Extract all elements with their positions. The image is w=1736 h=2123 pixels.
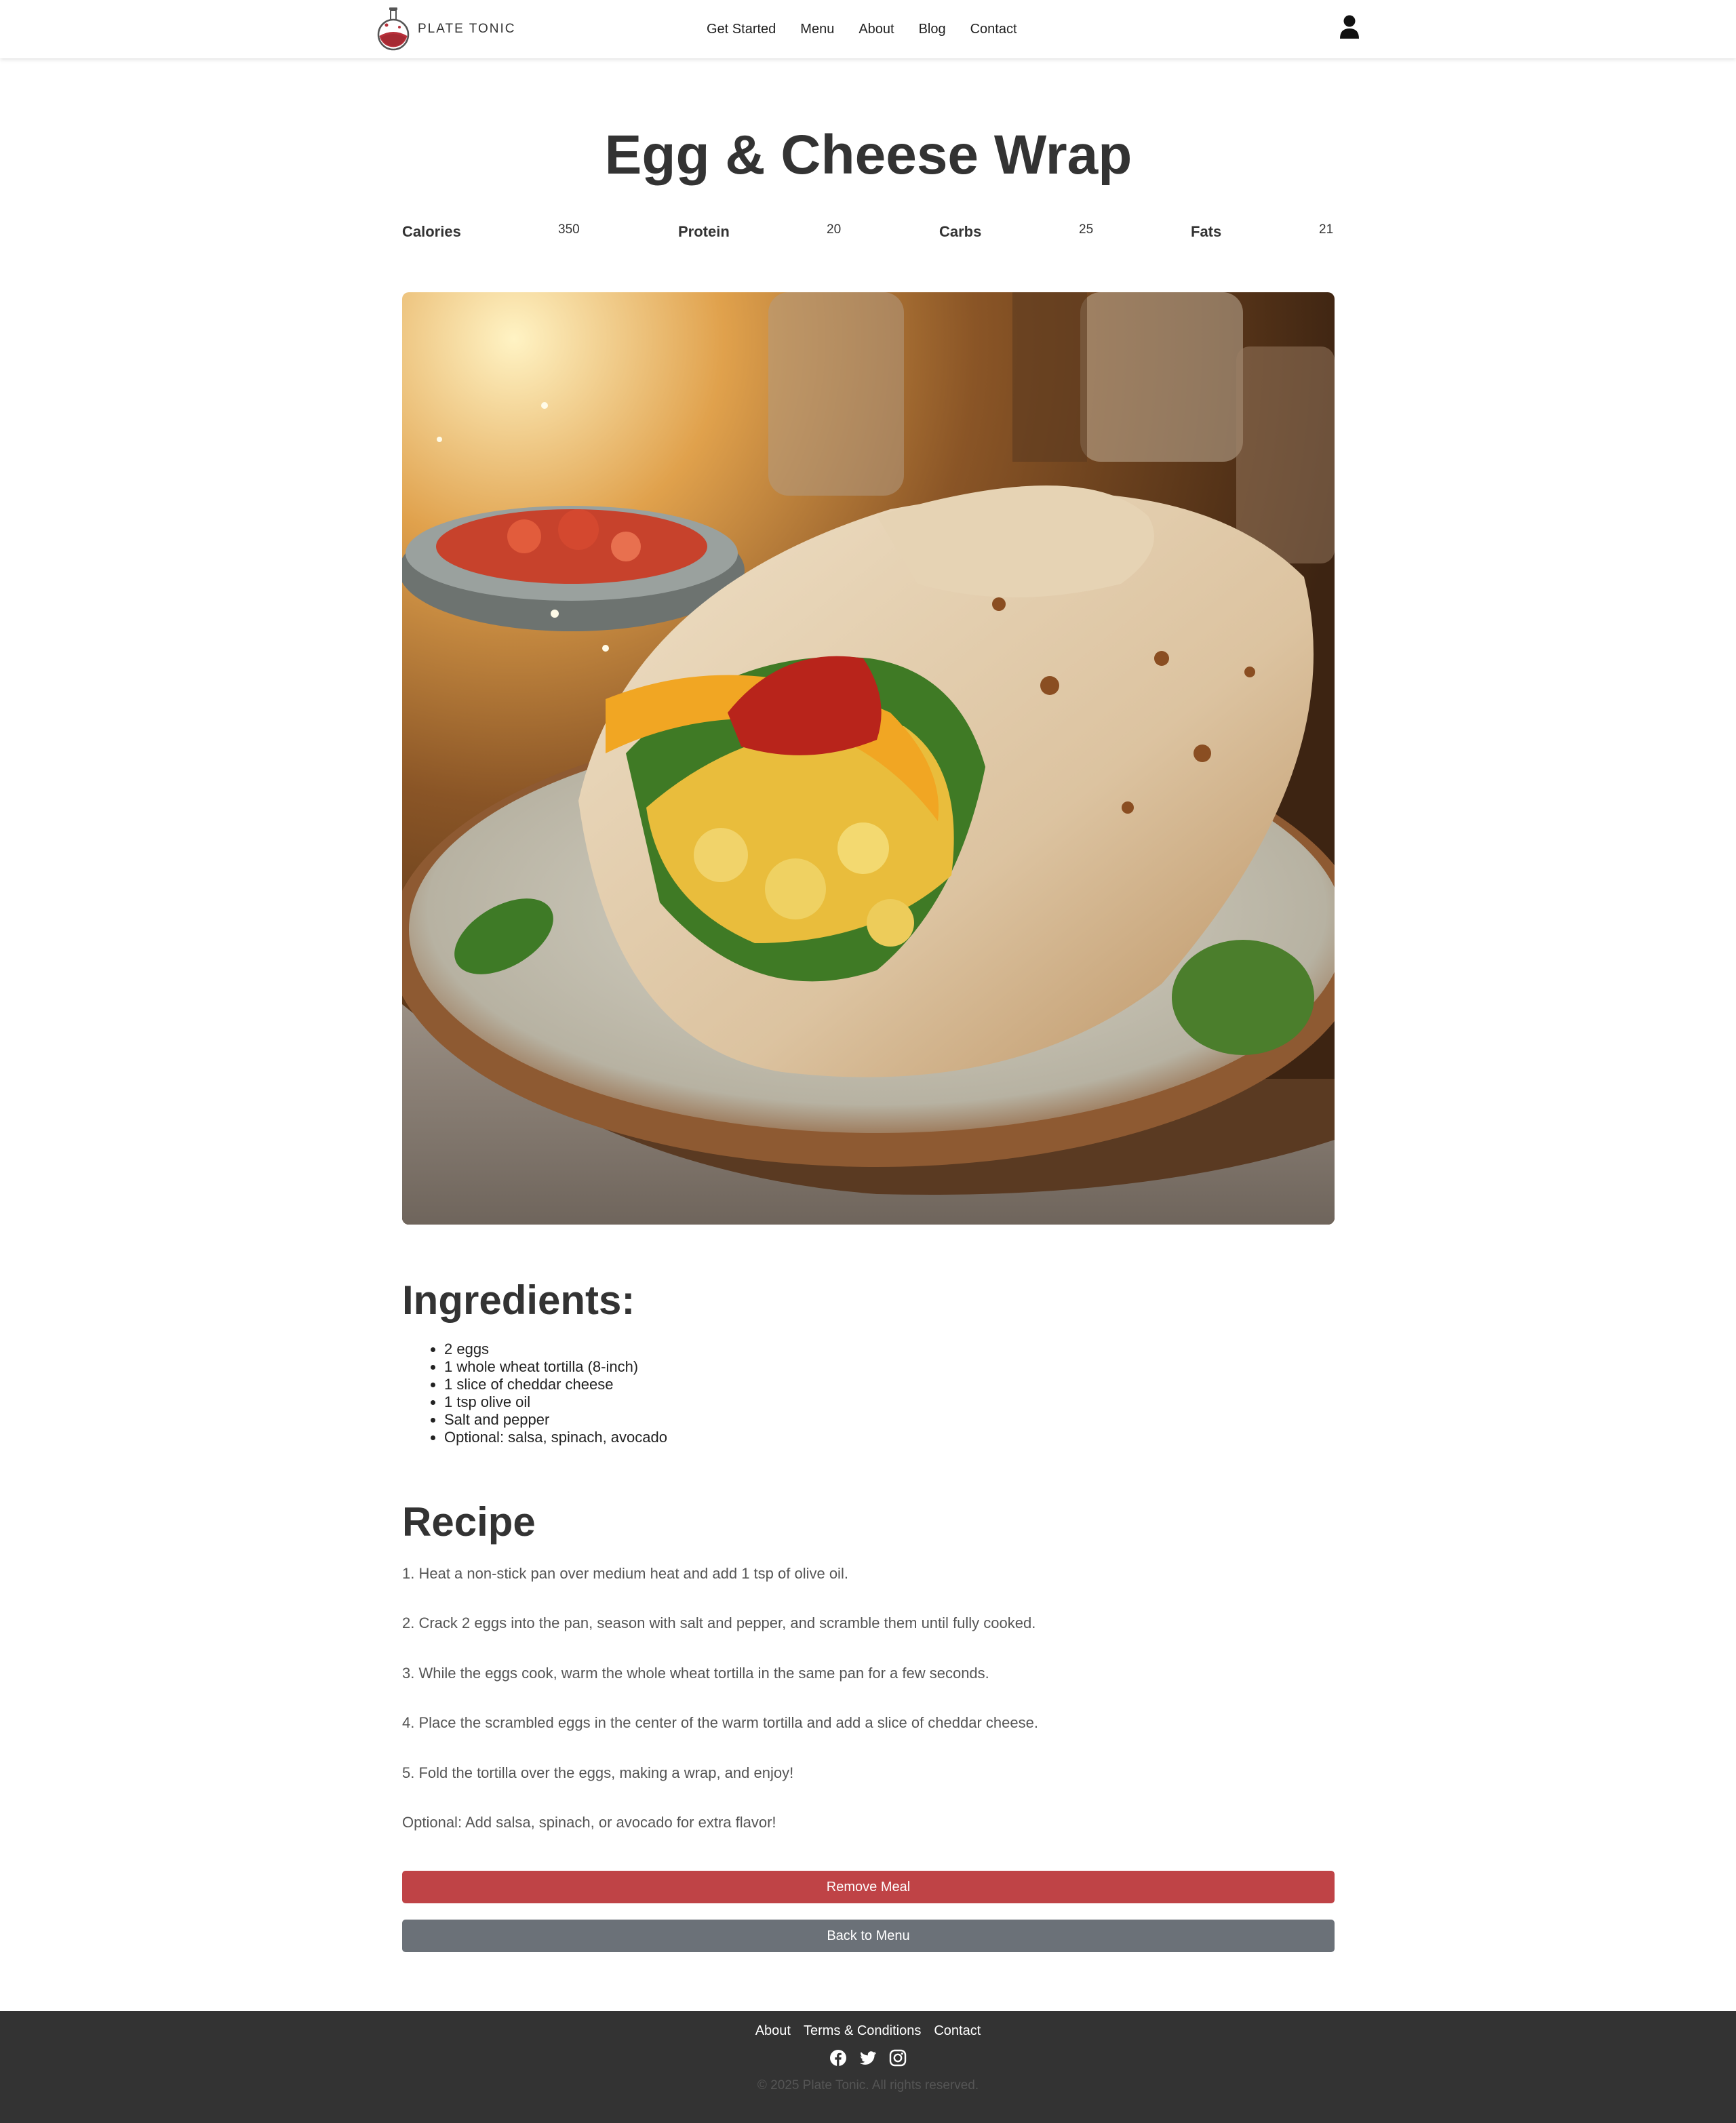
copyright-text: © 2025 Plate Tonic. All rights reserved. [757, 2078, 979, 2092]
macro-label-protein: Protein [678, 223, 730, 240]
footer-links: About Terms & Conditions Contact [0, 2023, 1736, 2039]
macro-label-carbs: Carbs [939, 223, 982, 240]
macro-label-fats: Fats [1191, 223, 1222, 240]
nav-link-blog[interactable]: Blog [919, 18, 946, 41]
footer-link-about[interactable]: About [755, 2023, 791, 2039]
top-navbar: PLATE TONIC Get Started Menu About Blog … [0, 0, 1736, 58]
recipe-step: 5. Fold the tortilla over the eggs, maki… [402, 1764, 794, 1781]
recipe-step: 4. Place the scrambled eggs in the cente… [402, 1714, 1038, 1731]
nav-link-get-started[interactable]: Get Started [707, 18, 776, 41]
ingredient-item: 1 slice of cheddar cheese [444, 1376, 667, 1393]
footer-link-terms[interactable]: Terms & Conditions [804, 2023, 921, 2039]
ingredients-list: 2 eggs 1 whole wheat tortilla (8-inch) 1… [402, 1341, 667, 1446]
macro-value-protein: 20 [827, 222, 842, 237]
nav-link-contact[interactable]: Contact [970, 18, 1017, 41]
twitter-link[interactable] [859, 2049, 877, 2067]
meal-photo [402, 292, 1335, 1225]
ingredients-heading: Ingredients: [402, 1277, 635, 1323]
macro-label-calories: Calories [402, 223, 461, 240]
instagram-link[interactable] [889, 2049, 907, 2067]
ingredient-item: 1 tsp olive oil [444, 1393, 667, 1411]
brand-home-link[interactable]: PLATE TONIC [376, 5, 515, 53]
user-account-button[interactable] [1339, 15, 1360, 39]
recipe-step: 1. Heat a non-stick pan over medium heat… [402, 1565, 848, 1582]
potion-flask-logo-icon [377, 7, 410, 51]
ingredient-item: Optional: salsa, spinach, avocado [444, 1429, 667, 1446]
ingredient-item: 1 whole wheat tortilla (8-inch) [444, 1358, 667, 1376]
instagram-icon [889, 2049, 907, 2067]
brand-name: PLATE TONIC [418, 22, 516, 36]
macro-value-fats: 21 [1319, 222, 1334, 237]
meal-title: Egg & Cheese Wrap [604, 124, 1132, 186]
user-icon [1340, 15, 1359, 39]
nav-link-about[interactable]: About [859, 18, 894, 41]
recipe-optional-note: Optional: Add salsa, spinach, or avocado… [402, 1814, 776, 1831]
recipe-step: 2. Crack 2 eggs into the pan, season wit… [402, 1614, 1036, 1631]
twitter-icon [860, 2051, 876, 2065]
recipe-heading: Recipe [402, 1499, 536, 1545]
ingredient-item: Salt and pepper [444, 1411, 667, 1429]
main-nav: Get Started Menu About Blog Contact [707, 0, 1017, 58]
back-to-menu-button[interactable]: Back to Menu [402, 1920, 1335, 1952]
remove-meal-button[interactable]: Remove Meal [402, 1871, 1335, 1903]
nav-link-menu[interactable]: Menu [800, 18, 834, 41]
macro-value-carbs: 25 [1079, 222, 1094, 237]
ingredient-item: 2 eggs [444, 1341, 667, 1358]
recipe-step: 3. While the eggs cook, warm the whole w… [402, 1665, 989, 1682]
footer-link-contact[interactable]: Contact [934, 2023, 981, 2039]
facebook-icon [830, 2050, 846, 2066]
macro-value-calories: 350 [558, 222, 580, 237]
facebook-link[interactable] [829, 2049, 847, 2067]
social-links [0, 2049, 1736, 2067]
macro-summary: Calories 350 Protein 20 Carbs 25 Fats 21 [402, 220, 1335, 247]
site-footer: About Terms & Conditions Contact © 2025 … [0, 2011, 1736, 2123]
